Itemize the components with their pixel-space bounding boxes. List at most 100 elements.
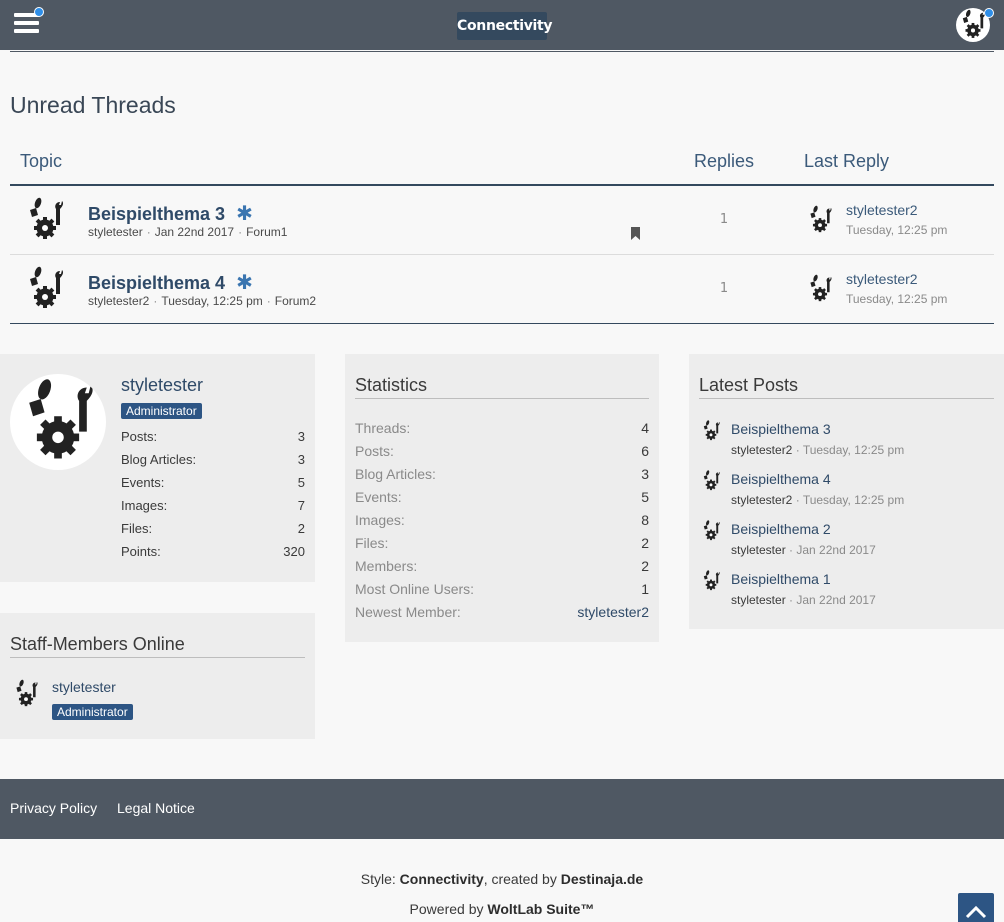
thread-author-avatar[interactable] <box>20 264 70 314</box>
style-name[interactable]: Connectivity <box>400 871 484 887</box>
newest-member-link[interactable]: styletester2 <box>577 604 649 620</box>
user-name[interactable]: styletester <box>121 375 203 396</box>
table-header-divider <box>10 184 994 186</box>
stat-row: Events: 5 <box>121 475 305 498</box>
column-last-reply[interactable]: Last Reply <box>804 151 889 172</box>
stat-value: 6 <box>641 443 649 459</box>
post-user[interactable]: styletester <box>731 543 786 557</box>
stat-row: Images: 8 <box>355 512 649 535</box>
thread-author[interactable]: styletester2 <box>88 294 149 308</box>
style-credit: Style: Connectivity, created by Destinaj… <box>0 871 1004 887</box>
staff-username[interactable]: styletester <box>52 679 116 695</box>
stat-value: 3 <box>297 429 305 444</box>
post-time[interactable]: Jan 22nd 2017 <box>796 593 875 607</box>
stat-label: Files: <box>121 521 153 536</box>
user-rank-badge: Administrator <box>121 403 202 419</box>
stat-row: Most Online Users: 1 <box>355 581 649 604</box>
last-reply-time[interactable]: Tuesday, 12:25 pm <box>846 223 947 237</box>
stat-row: Files: 2 <box>355 535 649 558</box>
scroll-to-top-button[interactable] <box>958 893 994 922</box>
staff-online-title: Staff-Members Online <box>10 634 185 654</box>
staff-rank-badge: Administrator <box>52 704 133 720</box>
post-title[interactable]: Beispielthema 3 <box>731 421 831 437</box>
thread-title[interactable]: Beispielthema 3 <box>88 204 225 224</box>
row-divider <box>10 254 994 255</box>
thread-date[interactable]: Jan 22nd 2017 <box>155 225 234 239</box>
site-logo[interactable]: Connectivity <box>457 12 553 40</box>
staff-rank-wrap: Administrator <box>52 701 133 720</box>
thread-author[interactable]: styletester <box>88 225 143 239</box>
post-title[interactable]: Beispielthema 4 <box>731 471 831 487</box>
stat-row: Points: 320 <box>121 544 305 567</box>
staff-avatar[interactable] <box>10 678 42 710</box>
post-avatar[interactable] <box>699 569 723 593</box>
stat-label: Posts: <box>121 429 158 444</box>
post-user[interactable]: styletester <box>731 593 786 607</box>
column-replies[interactable]: Replies <box>694 151 754 172</box>
latest-posts-title: Latest Posts <box>699 375 799 395</box>
post-title[interactable]: Beispielthema 1 <box>731 571 831 587</box>
post-avatar[interactable] <box>699 469 723 493</box>
post-avatar[interactable] <box>699 519 723 543</box>
created-by-text: , created by <box>483 871 561 887</box>
post-meta: styletester · Jan 22nd 2017 <box>731 593 876 607</box>
stat-label: Members: <box>355 558 418 574</box>
post-user[interactable]: styletester2 <box>731 443 792 457</box>
stat-label: Newest Member: <box>355 604 461 620</box>
post-time[interactable]: Jan 22nd 2017 <box>796 543 875 557</box>
thread-date[interactable]: Tuesday, 12:25 pm <box>161 294 262 308</box>
thread-author-avatar[interactable] <box>20 195 70 245</box>
stat-row: Files: 2 <box>121 521 305 544</box>
user-stats: Posts: 3 Blog Articles: 3 Events: 5 Images:… <box>121 429 305 567</box>
stat-label: Blog Articles: <box>121 452 197 467</box>
thread-meta: styletester · Jan 22nd 2017 · Forum1 <box>88 225 288 239</box>
post-user[interactable]: styletester2 <box>731 493 792 507</box>
stat-value: 5 <box>641 489 649 505</box>
last-reply-time[interactable]: Tuesday, 12:25 pm <box>846 292 947 306</box>
thread-forum[interactable]: Forum2 <box>275 294 316 308</box>
stat-row: Images: 7 <box>121 498 305 521</box>
post-title[interactable]: Beispielthema 2 <box>731 521 831 537</box>
post-time[interactable]: Tuesday, 12:25 pm <box>803 493 904 507</box>
user-rank-wrap: Administrator <box>121 400 202 419</box>
stat-value: 7 <box>297 498 305 513</box>
woltlab-link[interactable]: WoltLab Suite™ <box>487 901 594 917</box>
stat-row: Newest Member: styletester2 <box>355 604 649 627</box>
box-title-rule <box>355 398 649 399</box>
last-reply-user[interactable]: styletester2 <box>846 271 918 287</box>
stat-row: Members: 2 <box>355 558 649 581</box>
thread-title[interactable]: Beispielthema 4 <box>88 273 225 293</box>
powered-by: Powered by WoltLab Suite™ <box>0 901 1004 917</box>
stat-value: 8 <box>641 512 649 528</box>
new-thread-icon: ✱ <box>236 201 253 225</box>
stat-label: Most Online Users: <box>355 581 475 597</box>
stat-value: 1 <box>641 581 649 597</box>
stat-value: 2 <box>641 535 649 551</box>
stat-value: 3 <box>297 452 305 467</box>
style-prefix: Style: <box>360 871 400 887</box>
notification-dot <box>984 8 994 18</box>
post-meta: styletester2 · Tuesday, 12:25 pm <box>731 443 905 457</box>
last-reply-avatar[interactable] <box>804 273 836 305</box>
statistics-title: Statistics <box>355 375 428 395</box>
style-author-link[interactable]: Destinaja.de <box>561 871 643 887</box>
stat-value: 5 <box>297 475 305 490</box>
stat-label: Blog Articles: <box>355 466 436 482</box>
privacy-policy-link[interactable]: Privacy Policy <box>10 800 97 816</box>
stat-label: Events: <box>121 475 165 490</box>
post-avatar[interactable] <box>699 419 723 443</box>
table-bottom-divider <box>10 323 994 324</box>
legal-notice-link[interactable]: Legal Notice <box>117 800 195 816</box>
new-thread-icon: ✱ <box>236 270 253 294</box>
bookmark-icon[interactable] <box>630 225 641 244</box>
header-divider <box>10 51 994 52</box>
thread-forum[interactable]: Forum1 <box>246 225 287 239</box>
post-meta: styletester2 · Tuesday, 12:25 pm <box>731 493 905 507</box>
last-reply-avatar[interactable] <box>804 204 836 236</box>
post-time[interactable]: Tuesday, 12:25 pm <box>803 443 904 457</box>
hamburger-icon[interactable] <box>14 7 44 35</box>
column-topic[interactable]: Topic <box>20 151 62 172</box>
last-reply-user[interactable]: styletester2 <box>846 202 918 218</box>
user-avatar-large[interactable] <box>10 374 106 470</box>
staff-online-box <box>0 613 315 739</box>
